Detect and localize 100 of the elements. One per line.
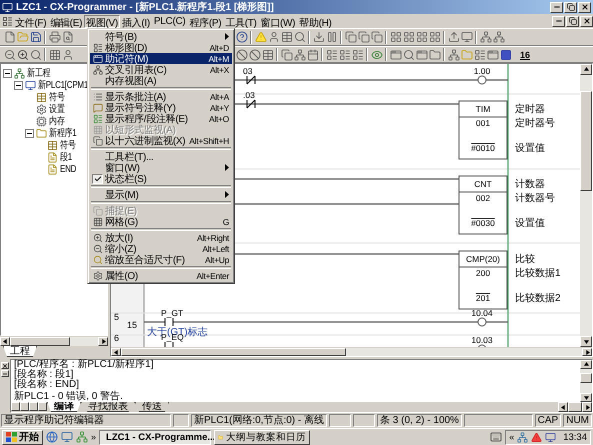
scrollbar-thumb[interactable]: [121, 348, 346, 356]
new-file-button[interactable]: [3, 30, 16, 44]
tree-item[interactable]: 段1: [60, 150, 72, 164]
collapse-icon[interactable]: [3, 68, 12, 78]
copy-button[interactable]: [344, 30, 357, 44]
menu-item[interactable]: 属性(O) Alt+Enter: [90, 270, 232, 281]
expand-tray-button[interactable]: «: [509, 432, 514, 442]
network-button[interactable]: [479, 30, 492, 44]
menu-title[interactable]: 视图(V): [84, 14, 120, 28]
download-button[interactable]: [312, 30, 325, 44]
menu-item[interactable]: 显示(M): [90, 189, 232, 200]
taskbar-button[interactable]: LZC1 - CX-Programme...: [99, 430, 212, 444]
grid-button[interactable]: [428, 30, 441, 44]
scroll-left-button[interactable]: [558, 402, 568, 412]
scroll-right-button[interactable]: [98, 337, 108, 346]
scroll-up-button[interactable]: [580, 360, 592, 369]
zoom-in-button[interactable]: [16, 47, 29, 62]
menu-item[interactable]: 内存视图(A): [90, 75, 232, 86]
collapse-icon[interactable]: [25, 128, 34, 138]
close-button[interactable]: [580, 16, 593, 26]
menu-title[interactable]: 窗口(W): [258, 14, 298, 28]
menu-title[interactable]: PLC(C): [152, 14, 188, 28]
scroll-right-button[interactable]: [582, 348, 592, 356]
copy-button[interactable]: [280, 47, 293, 62]
person-button[interactable]: [267, 30, 280, 44]
square-button[interactable]: [499, 47, 512, 62]
calendar-button[interactable]: [306, 47, 319, 62]
print-preview-button[interactable]: [61, 30, 74, 44]
grid-button[interactable]: [48, 47, 61, 62]
tree-item[interactable]: END: [60, 164, 76, 174]
menu-item[interactable]: 助记符(M) Alt+M: [90, 53, 232, 64]
minimize-button[interactable]: [550, 2, 563, 12]
menu-title[interactable]: 插入(I): [120, 14, 152, 28]
scroll-right-button[interactable]: [582, 402, 592, 412]
list-button[interactable]: [473, 47, 486, 62]
menu-item[interactable]: 交叉引用表(C) Alt+X: [90, 64, 232, 75]
next-tab-button[interactable]: [29, 402, 38, 411]
hex-button[interactable]: 16: [518, 47, 532, 62]
zoom-button[interactable]: [29, 47, 42, 62]
monitor-button[interactable]: [460, 30, 473, 44]
scrollbar-thumb[interactable]: [580, 91, 592, 191]
taskbar-button[interactable]: 大纲与教案和日历: [214, 430, 310, 444]
printer-button[interactable]: [48, 30, 61, 44]
grid-button[interactable]: [389, 30, 402, 44]
menu-item[interactable]: 放大(I) Alt+Right: [90, 232, 232, 243]
menu-item[interactable]: 缩小(Z) Alt+Left: [90, 243, 232, 254]
tree-item[interactable]: 新PLC1[CPM1: [38, 78, 88, 92]
last-tab-button[interactable]: [38, 402, 47, 411]
panel-tab[interactable]: 工程: [3, 346, 37, 357]
tree-item[interactable]: 新工程: [27, 66, 50, 80]
menu-title[interactable]: 工具(T): [223, 14, 259, 28]
menu-title[interactable]: 文件(F): [13, 14, 48, 28]
grid-button[interactable]: [402, 30, 415, 44]
copy-button[interactable]: [357, 30, 370, 44]
menu-item[interactable]: 符号(B): [90, 31, 232, 42]
menu-item[interactable]: 显示条批注(A) Alt+A: [90, 91, 232, 102]
network-button[interactable]: [492, 30, 505, 44]
scrollbar-thumb[interactable]: [10, 337, 70, 346]
copy-button[interactable]: [370, 30, 383, 44]
menu-item[interactable]: 网格(G) G: [90, 216, 232, 227]
restore-button[interactable]: [564, 2, 577, 12]
start-button[interactable]: 开始: [2, 430, 43, 444]
scrollbar-thumb[interactable]: [568, 402, 582, 412]
upload-button[interactable]: [447, 30, 460, 44]
help-button[interactable]: [235, 30, 248, 44]
close-button[interactable]: [1, 362, 9, 369]
menu-item[interactable]: 显示程序/段注释(E) Alt+O: [90, 113, 232, 124]
network-button[interactable]: [293, 47, 306, 62]
list-button[interactable]: [338, 47, 351, 62]
network-button[interactable]: [447, 47, 460, 62]
menu-item[interactable]: 显示符号注释(Y) Alt+Y: [90, 102, 232, 113]
menu-item[interactable]: 以十六进制监视(X) Alt+Shift+H: [90, 135, 232, 146]
menu-title[interactable]: 编辑(E): [48, 14, 84, 28]
pin-button[interactable]: [1, 370, 9, 377]
search-button[interactable]: [293, 30, 306, 44]
grid-button[interactable]: [415, 30, 428, 44]
close-button[interactable]: [578, 2, 591, 12]
tree-item[interactable]: 符号: [49, 90, 65, 104]
menu-title[interactable]: 程序(P): [187, 14, 224, 28]
tree-item[interactable]: 符号: [60, 138, 76, 152]
person-button[interactable]: [61, 47, 74, 62]
scrollbar-thumb[interactable]: [580, 373, 592, 383]
tree-item[interactable]: 设置: [49, 102, 65, 116]
zoom-out-button[interactable]: [3, 47, 16, 62]
save-button[interactable]: [29, 30, 42, 44]
list-button[interactable]: [351, 47, 364, 62]
menu-title[interactable]: 帮助(H): [297, 14, 334, 28]
table-button[interactable]: [261, 47, 274, 62]
minimize-button[interactable]: [552, 16, 565, 26]
menu-item[interactable]: 缩放至合适尺寸(F) Alt+Up: [90, 254, 232, 265]
menu-item[interactable]: 窗口(W): [90, 162, 232, 173]
folder-button[interactable]: [428, 47, 441, 62]
scroll-left-button[interactable]: [0, 337, 10, 346]
collapse-icon[interactable]: [14, 80, 23, 90]
pause-button[interactable]: [325, 30, 338, 44]
previous-tab-button[interactable]: [20, 402, 29, 411]
menu-item[interactable]: 梯形图(D) Alt+D: [90, 42, 232, 53]
scroll-down-button[interactable]: [580, 393, 592, 402]
scroll-up-button[interactable]: [580, 64, 592, 75]
menu-item[interactable]: 状态栏(S): [90, 173, 232, 184]
